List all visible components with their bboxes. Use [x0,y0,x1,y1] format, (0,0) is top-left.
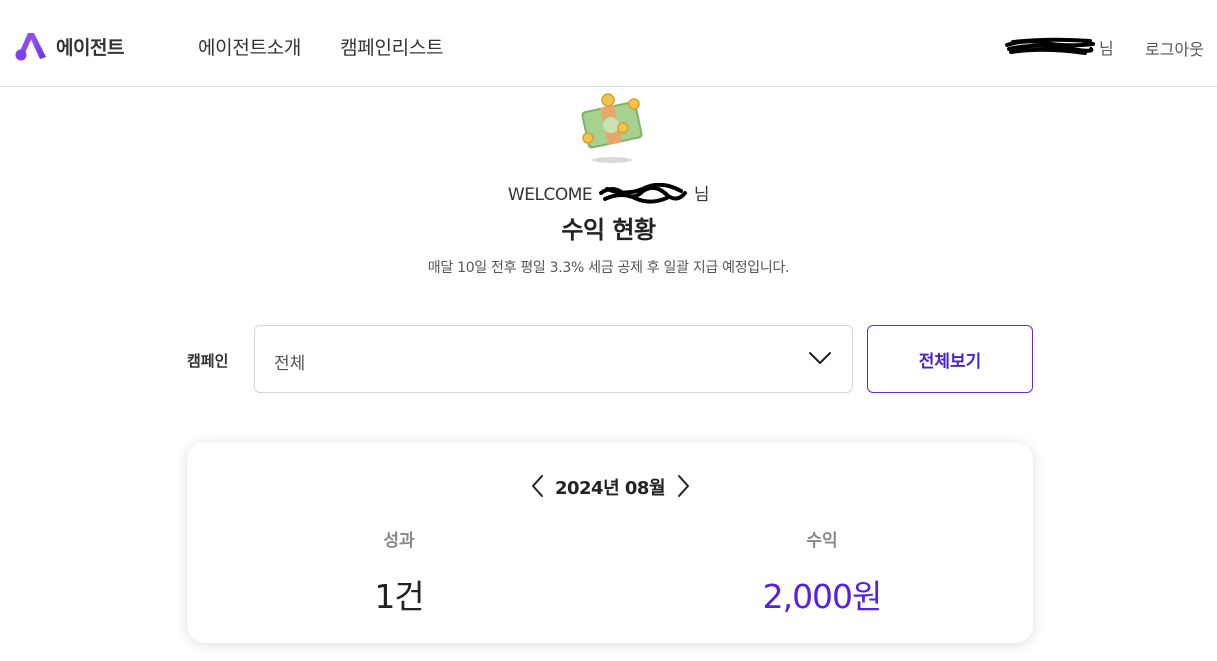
money-stack-icon [576,90,646,166]
nav-item-campaign-list[interactable]: 캠페인리스트 [340,33,443,60]
agent-logo-icon [15,33,46,61]
revenue-summary-card: 2024년 08월 성과 수익 1건 2,000원 [187,442,1033,643]
chevron-right-icon[interactable] [673,474,693,498]
welcome-line: WELCOME 님 [0,180,1217,207]
view-all-button[interactable]: 전체보기 [867,325,1033,393]
logo-text: 에이전트 [56,36,124,59]
chevron-down-icon [809,352,831,364]
top-header: 에이전트 에이전트소개 캠페인리스트 님 로그아웃 [0,0,1217,87]
campaign-select[interactable]: 전체 [254,325,853,393]
performance-label: 성과 [383,531,415,551]
page-title: 수익 현황 [561,216,656,244]
revenue-value: 2,000원 [762,577,883,616]
performance-value: 1건 [374,577,424,616]
campaign-select-value: 전체 [274,354,306,374]
redacted-username [1005,37,1095,57]
campaign-filter-label: 캠페인 [187,352,229,370]
logout-link[interactable]: 로그아웃 [1145,36,1204,60]
logo-link[interactable]: 에이전트 [14,31,124,61]
payout-notice: 매달 10일 전후 평일 3.3% 세금 공제 후 일괄 지급 예정입니다. [427,260,790,276]
user-honorific: 님 [1099,39,1114,58]
current-month: 2024년 08월 [554,478,666,499]
month-selector: 2024년 08월 [187,474,1033,500]
nav-item-agent-intro[interactable]: 에이전트소개 [198,33,301,60]
revenue-label: 수익 [806,531,838,551]
welcome-suffix: 님 [693,185,710,205]
user-greeting: 님 [1005,35,1114,59]
main-nav: 에이전트소개 캠페인리스트 [198,33,482,60]
redacted-username [597,182,689,207]
welcome-prefix: WELCOME [507,185,593,205]
